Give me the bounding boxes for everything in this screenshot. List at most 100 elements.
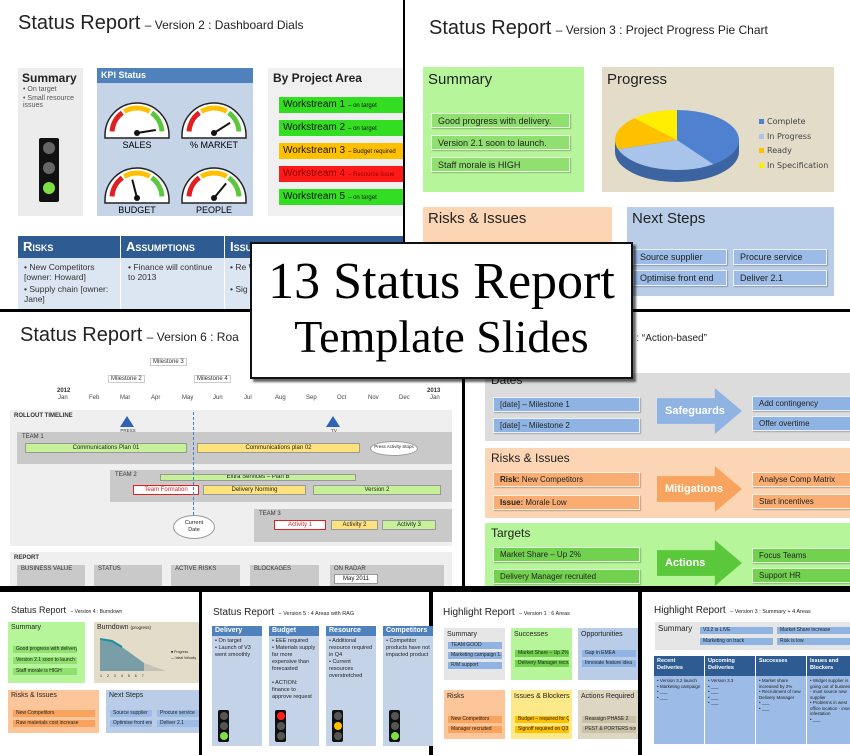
area-text: • On target • Launch of V3 went smoothly: [215, 638, 251, 658]
triangle-marker-icon: [120, 416, 134, 427]
highlight-area: Opportunities Gap in EMEA Innovate feature…: [578, 628, 638, 680]
legend-item: Complete: [759, 115, 828, 130]
actions-arrow: Actions: [657, 540, 742, 586]
slide-title: Status Report – Version 2 : Dashboard Di…: [18, 12, 304, 35]
slide-title: Status Report – Version 6 : Roa: [20, 324, 239, 347]
column-heading: Recent Deliveries: [654, 656, 705, 676]
result-item: Offer overtime: [752, 416, 850, 431]
current-date-bubble: Current Date: [173, 515, 215, 539]
dial-label: SALES: [122, 140, 151, 150]
area-text: • EEE required • Materials supply far mo…: [272, 638, 316, 700]
result-item: Analyse Comp Matrix: [752, 472, 850, 487]
next-steps-heading: Next Steps: [109, 692, 144, 699]
slide-v4-burndown[interactable]: Status Report – Version 4 : Burndown Sum…: [0, 592, 199, 755]
assumption-item: Finance will continue to 2013: [128, 262, 213, 282]
burndown-legend: ■ Progress — Ideal Velocity: [171, 650, 197, 660]
row-item: [date] – Milestone 1: [493, 397, 640, 412]
area-heading: Actions Required: [581, 693, 635, 700]
title-main: Status Report: [213, 607, 275, 618]
column-heading: Issues and Blockers: [807, 656, 850, 676]
risk-item: New Competitors [owner: Howard]: [24, 262, 95, 282]
timeline-bar[interactable]: Communications Plan 01: [25, 443, 187, 453]
month-label: Jan: [430, 395, 440, 401]
title-main: Status Report: [11, 605, 67, 615]
workstream-item: Workstream 5– on target: [279, 189, 403, 205]
summary-band: Summary V3.2 is LIVE Market Share increa…: [655, 622, 850, 650]
burndown-area-chart: [100, 638, 166, 671]
next-steps-panel: Next Steps Source supplier Procure servi…: [106, 690, 199, 733]
timeline-bar[interactable]: Delivery Norming: [203, 485, 306, 495]
summary-bullet: • On target: [23, 86, 57, 93]
summary-item: Good progress with delivery.: [431, 113, 570, 128]
report-column: BLOCKAGES: [250, 565, 319, 586]
area-heading: Opportunities: [581, 631, 623, 638]
area-heading: Issues & Blockers: [514, 693, 570, 700]
risks-heading: Risks & Issues: [428, 210, 527, 227]
workstream-name: Workstream 3: [283, 145, 346, 156]
timeline-bar[interactable]: Extra Services – Plan B: [160, 474, 356, 481]
traffic-light-icon: [332, 710, 343, 742]
title-sub: – Version 3 : Summary + 4 Areas: [730, 609, 811, 615]
milestone-callout: Milestone 4: [194, 375, 231, 383]
risks-header: Risks: [23, 239, 54, 254]
row-heading: Risks & Issues: [491, 451, 570, 465]
timeline-bar[interactable]: Activity 2: [331, 520, 378, 530]
milestone-callout: Milestone 3: [150, 358, 187, 366]
legend-item: In Specification: [759, 159, 828, 174]
next-step-item: Deliver 2.1: [157, 720, 199, 727]
slide-highlight-v3[interactable]: Highlight Report – Version 3 : Summary +…: [642, 592, 850, 755]
next-step-item: Procure service: [733, 249, 827, 265]
timeline-bar[interactable]: Activity 1: [274, 520, 326, 530]
workstream-item: Workstream 2– on target: [279, 120, 403, 136]
timeline-bubble[interactable]: Press Activity Stops: [370, 441, 418, 456]
row-item: Market Share – Up 2%: [493, 547, 640, 562]
month-label: Mar: [120, 395, 131, 401]
workstream-name: Workstream 1: [283, 99, 346, 110]
next-steps-panel: Next Steps Source supplier Procure servi…: [627, 207, 834, 296]
area-item: Budget – required for Q4: [515, 716, 569, 723]
title-main: Highlight Report: [443, 607, 515, 618]
month-label: Feb: [89, 395, 100, 401]
summary-item: Staff morale is HIGH: [431, 157, 570, 172]
dial-label: BUDGET: [118, 205, 156, 215]
slide-highlight-v1[interactable]: Highlight Report – Version 1 : 6 Areas S…: [433, 592, 638, 755]
legend-swatch: [759, 162, 764, 168]
month-label: Jul: [244, 395, 252, 401]
gauge-dial-icon: BUDGET: [104, 167, 170, 215]
month-label: Aug: [275, 395, 286, 401]
summary-panel: Summary Good progress with delivery. Ver…: [423, 67, 584, 192]
risks-row: Risks & Issues Risk: New Competitors Iss…: [485, 448, 850, 518]
row-item: New Competitors: [521, 475, 584, 484]
progress-pie-chart: [615, 110, 739, 182]
timeline-bar[interactable]: Communications plan 02: [197, 443, 360, 453]
month-label: Nov: [368, 395, 379, 401]
workstream-note: – on target: [348, 195, 377, 201]
slide-title: Status Report – Version 3 : Project Prog…: [429, 17, 768, 40]
legend-label: In Specification: [767, 160, 829, 170]
workstream-note: – Budget required: [348, 149, 396, 155]
timeline-bar[interactable]: Team Formation: [133, 485, 199, 495]
title-sub: – Version 5 : 4 Areas with RAG: [278, 611, 355, 617]
risk-item: Supply chain [owner: Jane]: [24, 284, 109, 304]
row-item: Delivery Manager recruited: [493, 569, 640, 584]
timeline-bar[interactable]: Activity 3: [382, 520, 436, 530]
legend-swatch: [759, 119, 764, 124]
month-label: Apr: [151, 395, 161, 401]
area-heading: Competitors: [383, 626, 433, 636]
traffic-light-icon: [218, 710, 229, 742]
project-area-panel: By Project Area Workstream 1– on target W…: [268, 68, 403, 216]
highlight-area: Summary TEAM GOOD Marketing campaign 1.2 R/…: [444, 628, 505, 680]
title-main: Highlight Report: [654, 605, 726, 616]
highlight-area: Risks New Competitors Manager recruited: [444, 690, 505, 739]
next-step-item: Optimise front end: [110, 720, 152, 727]
summary-item: Risk is low: [777, 638, 850, 645]
risks-heading: Risks & Issues: [11, 692, 57, 699]
timeline-bar[interactable]: Version 2: [313, 485, 441, 495]
workstream-item: Workstream 3– Budget required: [279, 143, 403, 159]
targets-row: Targets Market Share – Up 2% Delivery Ma…: [485, 523, 850, 586]
highlight-area: Actions Required Reassign PHASE 2 PEST & P…: [578, 690, 638, 739]
summary-item: Marketing on track: [700, 638, 773, 645]
burndown-note: (progress): [130, 625, 151, 630]
hero-line-2: Template Slides: [294, 311, 589, 362]
month-label: Jun: [213, 395, 223, 401]
